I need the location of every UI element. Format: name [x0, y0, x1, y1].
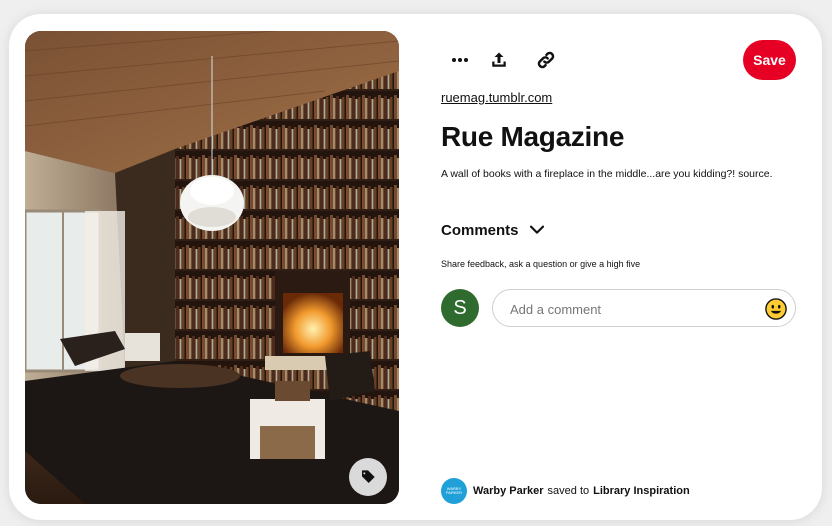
share-upload-icon — [492, 52, 506, 67]
pin-description: A wall of books with a fireplace in the … — [441, 168, 773, 180]
chevron-down-icon — [529, 225, 544, 234]
shop-tag-button[interactable] — [349, 458, 387, 496]
more-options-button[interactable] — [444, 44, 476, 76]
share-button[interactable] — [483, 44, 515, 76]
saved-by-row: WARBY PARKER Warby Parker saved to Libra… — [441, 478, 690, 504]
saved-to-text: saved to — [547, 485, 590, 497]
pin-image[interactable] — [25, 31, 399, 504]
copy-link-button[interactable] — [530, 44, 562, 76]
avatar[interactable]: S — [441, 289, 479, 327]
brand-avatar[interactable]: WARBY PARKER — [441, 478, 467, 504]
source-link[interactable]: ruemag.tumblr.com — [441, 90, 552, 105]
comment-input[interactable] — [508, 290, 752, 328]
link-icon — [537, 51, 555, 69]
save-button[interactable]: Save — [743, 40, 796, 80]
comments-hint: Share feedback, ask a question or give a… — [441, 259, 641, 269]
comments-toggle[interactable]: Comments — [441, 220, 545, 240]
saved-by-user[interactable]: Warby Parker — [473, 485, 544, 497]
ellipsis-icon — [452, 58, 468, 62]
emoji-icon[interactable] — [765, 298, 787, 320]
pin-title: Rue Magazine — [441, 121, 625, 152]
board-link[interactable]: Library Inspiration — [593, 485, 690, 497]
comments-title: Comments — [441, 221, 519, 239]
tag-icon — [362, 470, 375, 483]
comment-box — [492, 289, 796, 328]
